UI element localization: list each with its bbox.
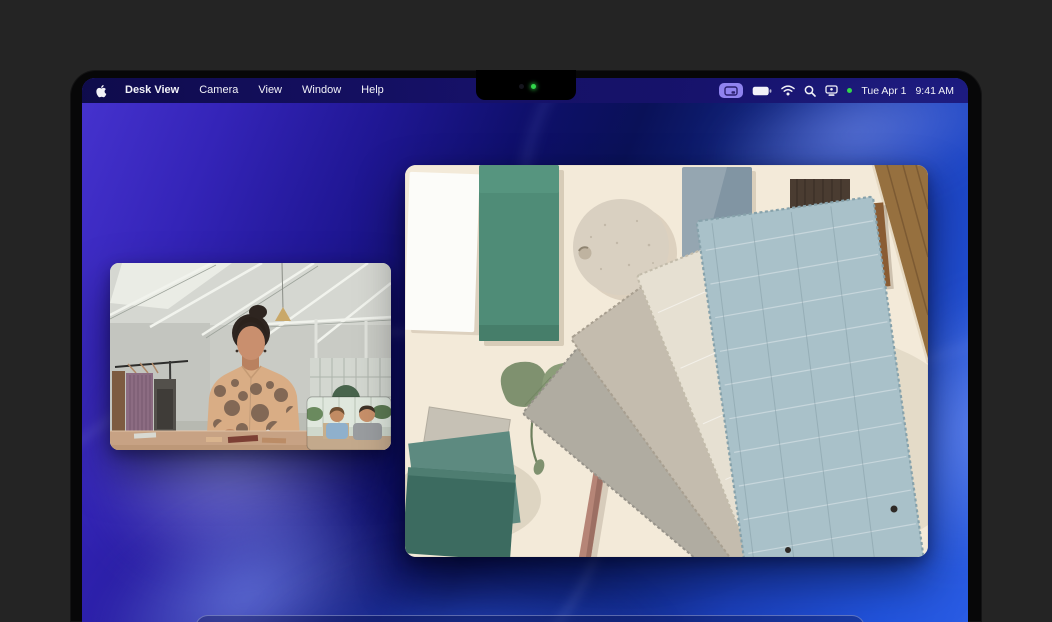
menu-camera[interactable]: Camera [189,78,248,103]
menu-bar-status: Tue Apr 1 9:41 AM [719,83,968,98]
menu-window[interactable]: Window [292,78,351,103]
battery-icon[interactable] [752,86,772,96]
facetime-window[interactable] [110,263,391,450]
swatch-button-2 [785,547,791,553]
menu-app-desk-view[interactable]: Desk View [115,78,189,103]
desk-view-active-icon[interactable] [719,83,743,98]
screen-mirroring-glyph [825,85,838,97]
participants-pip[interactable] [305,397,391,450]
desk-view-glyph [724,86,738,96]
menu-bar-time[interactable]: 9:41 AM [915,85,954,97]
background-window-edge [195,615,865,622]
apple-menu[interactable] [94,84,107,98]
search-glyph [804,85,816,97]
menu-help[interactable]: Help [351,78,394,103]
desk-view-window[interactable] [405,165,928,557]
search-icon[interactable] [804,85,816,97]
camera-active-indicator [531,84,536,89]
menu-view[interactable]: View [248,78,292,103]
wifi-icon[interactable] [781,85,795,96]
swatch-button-1 [891,506,898,513]
macbook-screen: Desk View Camera View Window Help [82,78,968,622]
camera-notch [476,70,576,100]
macbook-bezel: Desk View Camera View Window Help [70,70,982,622]
wifi-glyph [781,85,795,96]
apple-icon [94,84,107,98]
white-tile [405,172,486,336]
desk-view-video [405,165,928,557]
menu-bar-date[interactable]: Tue Apr 1 [861,85,906,97]
teal-tile [479,165,564,346]
screen-mirroring-icon[interactable] [825,85,838,97]
status-green-dot [847,88,852,93]
scene-background: Desk View Camera View Window Help [0,0,1052,622]
battery-glyph [752,86,772,96]
facetime-video [110,263,391,450]
menu-bar-menus: Desk View Camera View Window Help [82,78,394,103]
camera-lens [519,84,524,89]
